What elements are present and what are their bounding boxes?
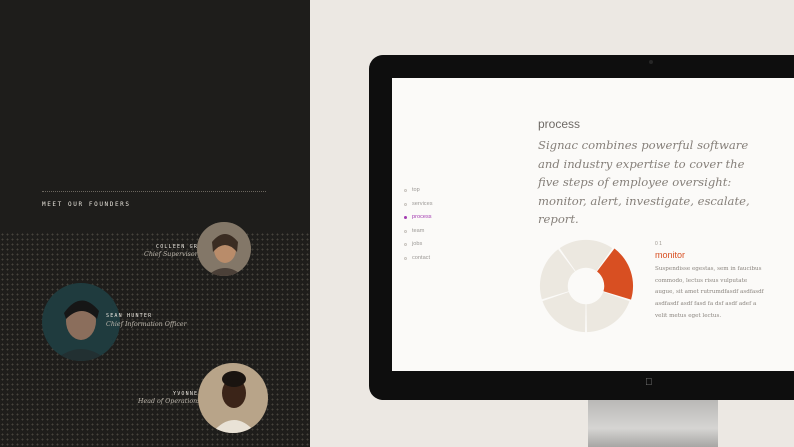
website-screen: top services process team jobs contact p… <box>392 78 794 371</box>
step-description: Suspendisse egestas, sem in faucibus com… <box>655 266 764 319</box>
portrait-photo-icon <box>197 222 251 276</box>
section-title: process <box>538 117 581 131</box>
nav-item-team[interactable]: team <box>404 225 433 239</box>
side-nav: top services process team jobs contact <box>404 184 433 265</box>
apple-logo-icon:  <box>645 377 653 388</box>
dotted-divider <box>42 191 266 192</box>
founders-heading: MEET OUR FOUNDERS <box>42 201 131 208</box>
founder-name: SEAN HUNTER <box>106 313 153 319</box>
founders-panel: MEET OUR FOUNDERS COLLEEN GRAHAM Chief S… <box>0 0 310 447</box>
nav-item-jobs[interactable]: jobs <box>404 238 433 252</box>
process-donut-chart[interactable] <box>538 238 634 334</box>
portrait-photo-icon <box>198 363 268 433</box>
intro-text: Signac combines powerful software and in… <box>538 138 750 226</box>
nav-item-contact[interactable]: contact <box>404 252 433 266</box>
avatar[interactable] <box>198 363 268 433</box>
nav-item-services[interactable]: services <box>404 198 433 212</box>
donut-segment[interactable] <box>542 291 586 333</box>
avatar[interactable] <box>197 222 251 276</box>
step-title: monitor <box>655 250 686 260</box>
founder-role: Head of Operations <box>138 398 201 405</box>
founder-role: Chief Information Officer <box>106 321 187 328</box>
step-number: 0 1 <box>655 241 662 247</box>
camera-icon <box>649 60 653 64</box>
donut-segment[interactable] <box>586 291 630 333</box>
nav-item-process[interactable]: process <box>404 211 433 225</box>
monitor-stand <box>588 400 718 447</box>
nav-item-top[interactable]: top <box>404 184 433 198</box>
